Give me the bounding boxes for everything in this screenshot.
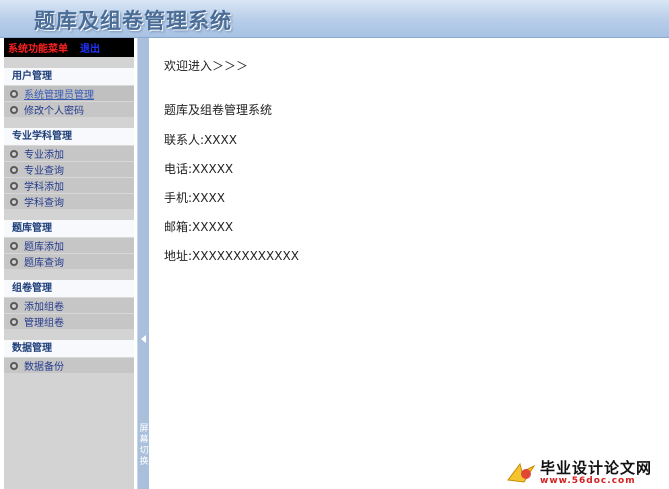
menu-group-user: 用户管理 系统管理员管理 修改个人密码 — [4, 68, 134, 117]
menu-group-question-bank: 题库管理 题库添加 题库查询 — [4, 220, 134, 269]
bullet-icon — [10, 181, 18, 190]
menu-item-paper-add[interactable]: 添加组卷 — [4, 297, 134, 313]
menu-item-bank-add[interactable]: 题库添加 — [4, 237, 134, 253]
menu-group-title: 数据管理 — [4, 340, 134, 357]
menu-group-data: 数据管理 数据备份 — [4, 340, 134, 373]
menu-item-label: 题库查询 — [24, 258, 64, 269]
screen-toggle-label[interactable]: 屏幕切换 — [139, 424, 149, 468]
menu-item-bank-query[interactable]: 题库查询 — [4, 253, 134, 269]
menu-item-label: 学科添加 — [24, 182, 64, 193]
menu-item-change-password[interactable]: 修改个人密码 — [4, 101, 134, 117]
bullet-icon — [10, 241, 18, 250]
watermark-url: www.56doc.com — [540, 476, 636, 486]
watermark: 毕业设计论文网 www.56doc.com — [500, 456, 669, 489]
menu-item-label: 添加组卷 — [24, 302, 64, 313]
menu-group-title: 用户管理 — [4, 68, 134, 85]
bullet-icon — [10, 165, 18, 174]
app-title: 题库及组卷管理系统 — [34, 8, 232, 33]
app-header: 题库及组卷管理系统 — [0, 0, 669, 38]
contact-info: 联系人:XXXX — [164, 133, 237, 147]
sidebar: 系统功能菜单 退出 用户管理 系统管理员管理 修改个人密码 专业学科管理 专业添… — [4, 38, 134, 489]
main-content: 欢迎进入＞＞＞ 题库及组卷管理系统 联系人:XXXX 电话:XXXXX 手机:X… — [150, 38, 669, 489]
address-info: 地址:XXXXXXXXXXXXX — [164, 249, 299, 263]
menu-item-label: 专业添加 — [24, 150, 64, 161]
menu-item-data-backup[interactable]: 数据备份 — [4, 357, 134, 373]
watermark-title: 毕业设计论文网 — [540, 459, 653, 477]
logout-link[interactable]: 退出 — [80, 40, 100, 55]
menu-group-title: 题库管理 — [4, 220, 134, 237]
bullet-icon — [10, 149, 18, 158]
menu-group-major-subject: 专业学科管理 专业添加 专业查询 学科添加 学科查询 — [4, 128, 134, 209]
menu-item-admin-manage[interactable]: 系统管理员管理 — [4, 85, 134, 101]
menu-group-title: 专业学科管理 — [4, 128, 134, 145]
bullet-icon — [10, 89, 18, 98]
bullet-icon — [10, 257, 18, 266]
screen-toggle-splitter[interactable]: 屏幕切换 — [137, 38, 149, 489]
system-name: 题库及组卷管理系统 — [164, 103, 273, 117]
menu-item-label: 题库添加 — [24, 242, 64, 253]
menu-group-paper: 组卷管理 添加组卷 管理组卷 — [4, 280, 134, 329]
sidebar-top-bar: 系统功能菜单 退出 — [4, 38, 134, 57]
bullet-icon — [10, 105, 18, 114]
menu-item-subject-query[interactable]: 学科查询 — [4, 193, 134, 209]
collapse-arrow-icon[interactable] — [141, 335, 146, 343]
menu-group-title: 组卷管理 — [4, 280, 134, 297]
menu-item-label: 专业查询 — [24, 166, 64, 177]
menu-item-label: 数据备份 — [24, 362, 64, 373]
welcome-text: 欢迎进入＞＞＞ — [164, 59, 249, 73]
mobile-info: 手机:XXXX — [164, 191, 225, 205]
menu-item-label: 学科查询 — [24, 198, 64, 209]
email-info: 邮箱:XXXXX — [164, 220, 234, 234]
bullet-icon — [10, 317, 18, 326]
menu-item-label: 系统管理员管理 — [24, 90, 94, 101]
bullet-icon — [10, 301, 18, 310]
phone-info: 电话:XXXXX — [164, 162, 234, 176]
menu-item-label: 管理组卷 — [24, 318, 64, 329]
bullet-icon — [10, 197, 18, 206]
menu-item-paper-manage[interactable]: 管理组卷 — [4, 313, 134, 329]
menu-item-label: 修改个人密码 — [24, 106, 84, 117]
menu-label: 系统功能菜单 — [8, 44, 68, 55]
menu-item-subject-add[interactable]: 学科添加 — [4, 177, 134, 193]
bullet-icon — [10, 361, 18, 370]
watermark-logo-icon — [507, 462, 536, 483]
menu-item-major-add[interactable]: 专业添加 — [4, 145, 134, 161]
menu-item-major-query[interactable]: 专业查询 — [4, 161, 134, 177]
